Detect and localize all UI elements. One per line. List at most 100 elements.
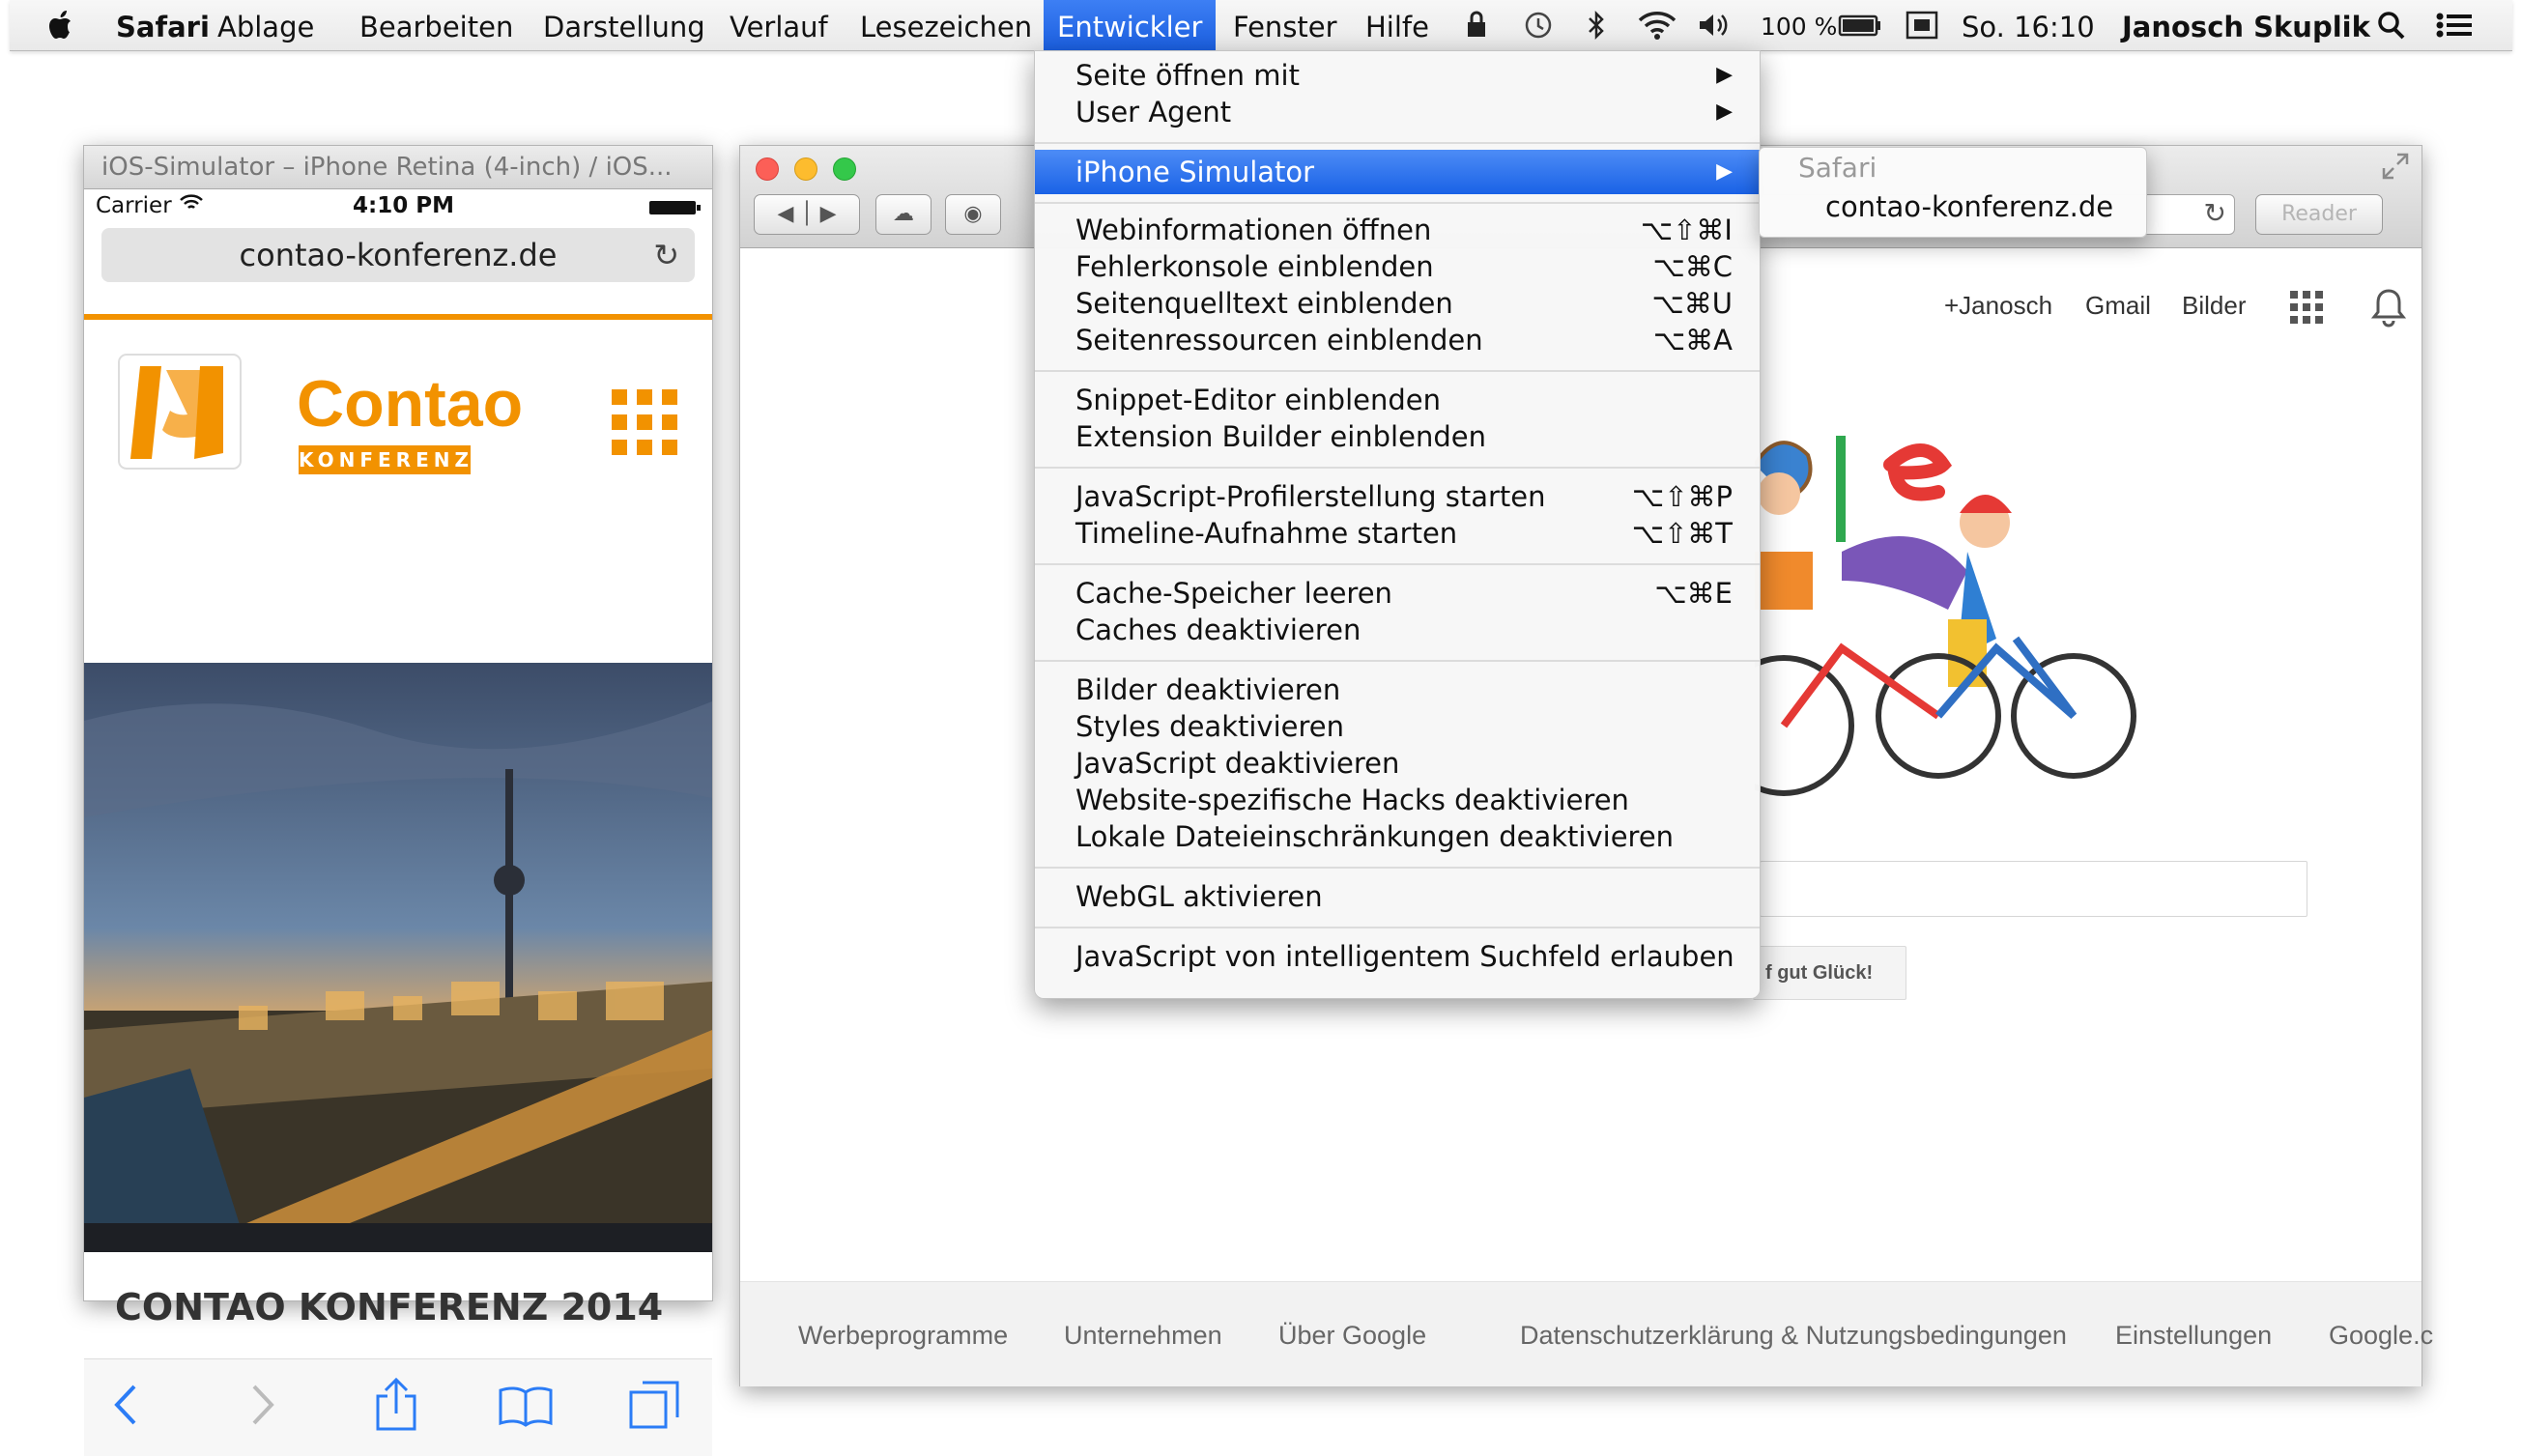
mobile-safari-toolbar	[84, 1358, 712, 1456]
mobile-url-bar[interactable]: contao-konferenz.de ↻	[101, 228, 695, 282]
menu-item-disable-images[interactable]: Bilder deaktivieren	[1035, 671, 1760, 708]
menu-lesezeichen[interactable]: Lesezeichen	[860, 0, 1032, 50]
ios-time: 4:10 PM	[353, 193, 454, 218]
reload-icon[interactable]: ↻	[2204, 197, 2226, 229]
battery-percent: 100 %	[1761, 13, 1838, 41]
menu-item-page-resources[interactable]: Seitenressourcen einblenden ⌥⌘A	[1035, 322, 1760, 358]
menu-item-disable-javascript[interactable]: JavaScript deaktivieren	[1035, 745, 1760, 782]
contao-logo-icon[interactable]	[113, 349, 248, 474]
submenu-arrow-icon: ▶	[1716, 100, 1733, 124]
menu-item-js-profiler[interactable]: JavaScript-Profilerstellung starten ⌥⇧⌘P	[1035, 478, 1760, 515]
footer-business-link[interactable]: Unternehmen	[1064, 1321, 1222, 1351]
iphone-simulator-submenu: Safari contao-konferenz.de	[1759, 147, 2147, 238]
footer-ads-link[interactable]: Werbeprogramme	[798, 1321, 1008, 1351]
menu-separator	[1035, 202, 1760, 204]
battery-icon[interactable]	[1838, 10, 1882, 41]
menu-separator	[1035, 467, 1760, 469]
submenu-item-contao-konferenz[interactable]: contao-konferenz.de	[1825, 190, 2113, 223]
apps-grid-icon[interactable]	[2290, 291, 2323, 328]
ios-battery-icon	[648, 197, 702, 222]
mobile-url-text: contao-konferenz.de	[239, 237, 558, 273]
menu-app-safari[interactable]: Safari	[116, 0, 210, 50]
menu-bearbeiten[interactable]: Bearbeiten	[359, 0, 513, 50]
google-search-box[interactable]	[1760, 861, 2307, 917]
close-window-button[interactable]	[756, 157, 779, 181]
volume-icon[interactable]	[1697, 10, 1730, 41]
menu-item-page-source[interactable]: Seitenquelltext einblenden ⌥⌘U	[1035, 285, 1760, 322]
lock-icon[interactable]	[1465, 10, 1488, 41]
menu-separator	[1035, 142, 1760, 144]
menu-item-web-inspector[interactable]: Webinformationen öffnen ⌥⇧⌘I	[1035, 212, 1760, 248]
apple-menu-icon[interactable]	[48, 0, 75, 50]
minimize-window-button[interactable]	[794, 157, 817, 181]
submenu-header-safari: Safari	[1798, 152, 1877, 184]
menu-item-error-console[interactable]: Fehlerkonsole einblenden ⌥⌘C	[1035, 248, 1760, 285]
reader-button[interactable]: Reader	[2255, 194, 2383, 235]
back-forward-buttons[interactable]: ◀ │ ▶	[754, 194, 860, 235]
forward-arrow-icon[interactable]	[248, 1381, 277, 1433]
menu-hilfe[interactable]: Hilfe	[1365, 0, 1429, 50]
notifications-bell-icon[interactable]	[2370, 287, 2407, 331]
menu-entwickler[interactable]: Entwickler	[1044, 0, 1217, 50]
menu-item-user-agent[interactable]: User Agent ▶	[1035, 94, 1760, 130]
simulator-title[interactable]: iOS-Simulator – iPhone Retina (4-inch) /…	[84, 146, 712, 189]
ios-status-bar: Carrier 4:10 PM	[84, 189, 712, 222]
menu-item-disable-styles[interactable]: Styles deaktivieren	[1035, 708, 1760, 745]
images-link[interactable]: Bilder	[2182, 291, 2246, 321]
developer-menu-dropdown: Seite öffnen mit ▶ User Agent ▶ iPhone S…	[1034, 50, 1761, 999]
menu-item-enable-webgl[interactable]: WebGL aktivieren	[1035, 878, 1760, 915]
menu-item-open-page-with[interactable]: Seite öffnen mit ▶	[1035, 57, 1760, 94]
bookmarks-icon[interactable]	[498, 1385, 554, 1433]
back-arrow-icon[interactable]	[111, 1381, 140, 1433]
submenu-arrow-icon: ▶	[1716, 159, 1733, 184]
menu-item-extension-builder[interactable]: Extension Builder einblenden	[1035, 418, 1760, 455]
mobile-reload-icon[interactable]: ↻	[653, 228, 679, 282]
fullscreen-icon[interactable]	[2381, 152, 2410, 185]
top-sites-button[interactable]: ◉	[945, 194, 1001, 235]
menubar-clock[interactable]: So. 16:10	[1962, 0, 2095, 50]
menu-separator	[1035, 370, 1760, 372]
keyboard-viewer-icon[interactable]	[1906, 10, 1938, 41]
submenu-arrow-icon: ▶	[1716, 63, 1733, 87]
menu-verlauf[interactable]: Verlauf	[730, 0, 828, 50]
footer-google-domain-link[interactable]: Google.c	[2329, 1321, 2433, 1351]
menu-item-empty-caches[interactable]: Cache-Speicher leeren ⌥⌘E	[1035, 575, 1760, 612]
tabs-icon[interactable]	[627, 1379, 681, 1435]
google-profile-link[interactable]: +Janosch	[1944, 291, 2052, 321]
conference-headline: CONTAO KONFERENZ 2014	[115, 1286, 664, 1328]
ios-wifi-icon	[179, 193, 204, 218]
menu-item-iphone-simulator[interactable]: iPhone Simulator ▶	[1035, 150, 1760, 194]
menu-item-snippet-editor[interactable]: Snippet-Editor einblenden	[1035, 382, 1760, 418]
bluetooth-icon[interactable]	[1587, 10, 1606, 41]
menu-item-smart-search-javascript[interactable]: JavaScript von intelligentem Suchfeld er…	[1035, 938, 1760, 975]
footer-settings-link[interactable]: Einstellungen	[2115, 1321, 2272, 1351]
wifi-icon[interactable]	[1637, 10, 1677, 41]
menu-item-disable-caches[interactable]: Caches deaktivieren	[1035, 612, 1760, 648]
menu-separator	[1035, 867, 1760, 869]
share-icon[interactable]	[374, 1377, 418, 1437]
menu-item-timeline-recording[interactable]: Timeline-Aufnahme starten ⌥⇧⌘T	[1035, 515, 1760, 552]
footer-about-link[interactable]: Über Google	[1278, 1321, 1426, 1351]
carrier-label: Carrier	[96, 193, 172, 218]
menu-fenster[interactable]: Fenster	[1233, 0, 1337, 50]
zoom-window-button[interactable]	[833, 157, 856, 181]
gmail-link[interactable]: Gmail	[2085, 291, 2151, 321]
menu-item-disable-local-file-restrictions[interactable]: Lokale Dateieinschränkungen deaktivieren	[1035, 818, 1760, 855]
menu-item-disable-site-hacks[interactable]: Website-spezifische Hacks deaktivieren	[1035, 782, 1760, 818]
menu-separator	[1035, 927, 1760, 928]
spotlight-search-icon[interactable]	[2377, 10, 2406, 41]
menu-separator	[1035, 563, 1760, 565]
footer-privacy-link[interactable]: Datenschutzerklärung & Nutzungsbedingung…	[1520, 1321, 2067, 1351]
menu-bar: Safari Ablage Bearbeiten Darstellung Ver…	[10, 0, 2512, 51]
notification-center-icon[interactable]	[2435, 10, 2474, 41]
menubar-user[interactable]: Janosch Skuplik	[2122, 0, 2370, 50]
berlin-skyline-image	[84, 663, 712, 1252]
menu-separator	[1035, 660, 1760, 662]
grid-menu-icon[interactable]	[612, 389, 679, 457]
time-machine-icon[interactable]	[1523, 10, 1554, 41]
icloud-tabs-button[interactable]: ☁	[875, 194, 931, 235]
menu-ablage[interactable]: Ablage	[217, 0, 314, 50]
feeling-lucky-label: f gut Glück!	[1765, 962, 1874, 984]
feeling-lucky-button[interactable]: f gut Glück!	[1753, 946, 1906, 1000]
menu-darstellung[interactable]: Darstellung	[543, 0, 705, 50]
